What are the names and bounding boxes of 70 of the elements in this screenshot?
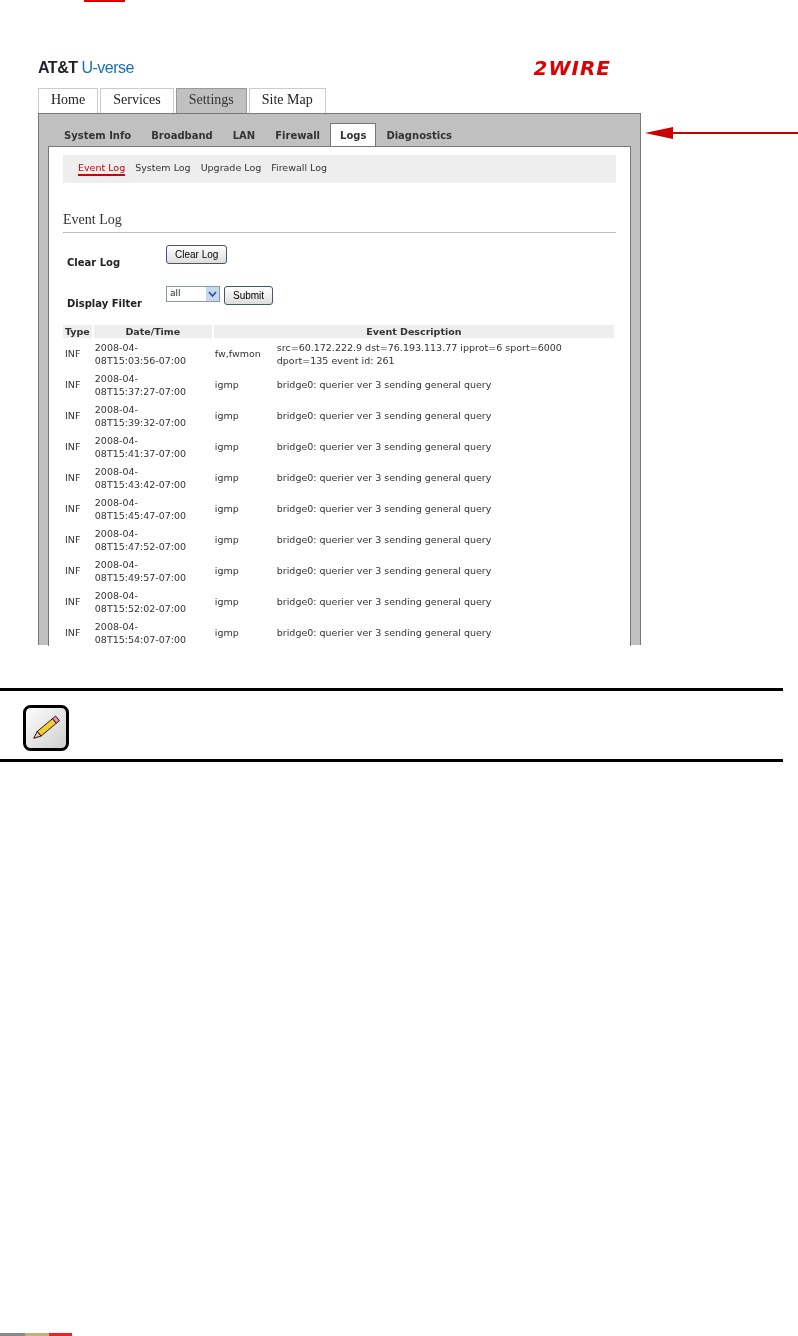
- table-cell-text: igmp: [213, 626, 240, 640]
- table-cell-text: 2008-04- 08T15:43:42-07:00: [93, 464, 188, 492]
- table-cell-text: igmp: [213, 409, 240, 423]
- log-link[interactable]: Event Log: [78, 162, 126, 176]
- column-header: Type: [63, 325, 93, 338]
- table-cell-text: 2008-04- 08T15:49:57-07:00: [93, 557, 188, 585]
- table-cell-text: 2008-04- 08T15:37:27-07:00: [93, 371, 188, 399]
- table-cell-text: bridge0: querier ver 3 sending general query: [275, 595, 493, 609]
- table-cell-text: bridge0: querier ver 3 sending general query: [275, 471, 493, 485]
- table-cell-text: INF: [64, 502, 82, 516]
- table-cell-text: igmp: [213, 502, 240, 516]
- header-mark: [84, 0, 125, 2]
- nav-tab[interactable]: Services: [100, 88, 174, 113]
- logo-text: 2WIRE: [533, 55, 611, 82]
- table-cell-text: igmp: [213, 595, 240, 609]
- column-header: Event Description: [212, 325, 615, 338]
- table-cell-text: igmp: [213, 471, 240, 485]
- field-label: Clear Log: [66, 256, 122, 270]
- sub-tab[interactable]: Logs: [330, 123, 377, 146]
- table-cell-text: bridge0: querier ver 3 sending general query: [275, 409, 493, 423]
- logo-text: AT&T: [38, 59, 78, 76]
- nav-tab[interactable]: Home: [38, 88, 99, 113]
- table-cell-text: INF: [64, 471, 82, 485]
- table-cell-text: 2008-04- 08T15:45:47-07:00: [93, 495, 188, 523]
- table-cell-text: 2008-04- 08T15:47:52-07:00: [93, 526, 188, 554]
- table-cell-text: INF: [64, 626, 82, 640]
- table-cell-text: igmp: [213, 564, 240, 578]
- table-cell-text: bridge0: querier ver 3 sending general query: [275, 440, 493, 454]
- table-cell: fw,fwmon: [212, 338, 275, 369]
- table-cell-text: INF: [64, 595, 82, 609]
- pencil-icon: [23, 705, 69, 751]
- table-cell-text: bridge0: querier ver 3 sending general query: [275, 564, 493, 578]
- arrow-icon: [645, 127, 798, 139]
- sub-tab[interactable]: LAN: [222, 123, 266, 146]
- clear-log-button[interactable]: Clear Log: [166, 245, 228, 264]
- filter-dropdown[interactable]: all: [166, 286, 220, 302]
- table-cell-text: bridge0: querier ver 3 sending general query: [275, 626, 493, 640]
- sub-tab[interactable]: Firewall: [265, 123, 331, 146]
- table-cell-text: INF: [64, 409, 82, 423]
- field-label: Display Filter: [66, 297, 143, 311]
- table-cell-text: INF: [64, 440, 82, 454]
- nav-tab[interactable]: Site Map: [248, 88, 326, 113]
- table-cell-text: INF: [64, 564, 82, 578]
- log-link[interactable]: Upgrade Log: [200, 162, 262, 176]
- submit-button[interactable]: Submit: [224, 286, 274, 305]
- table-cell-text: 2008-04- 08T15:54:07-07:00: [93, 619, 188, 647]
- table-cell-text: 2008-04- 08T15:41:37-07:00: [93, 433, 188, 461]
- sub-tab[interactable]: System Info: [54, 123, 142, 146]
- table-cell-text: 2008-04- 08T15:52:02-07:00: [93, 588, 188, 616]
- log-link[interactable]: System Log: [135, 162, 191, 176]
- section-title: Event Log: [63, 209, 616, 233]
- table-cell: src=60.172.222.9 dst=76.193.113.77 ipprot=6 sport=6000 dport=135 event id: 261: [274, 338, 615, 369]
- log-link[interactable]: Firewall Log: [271, 162, 328, 176]
- table-cell-text: bridge0: querier ver 3 sending general query: [275, 378, 493, 392]
- table-cell-text: 2008-04- 08T15:39:32-07:00: [93, 402, 188, 430]
- sub-tab[interactable]: Broadband: [141, 123, 223, 146]
- column-header: Date/Time: [92, 325, 213, 338]
- table-cell-text: INF: [64, 378, 82, 392]
- nav-tab[interactable]: Settings: [175, 88, 247, 113]
- sub-tab[interactable]: Diagnostics: [376, 123, 463, 146]
- table-cell: INF: [63, 338, 93, 369]
- table-cell-text: igmp: [213, 533, 240, 547]
- table-cell-text: igmp: [213, 378, 240, 392]
- dropdown-icon: [206, 287, 219, 301]
- logo-text: U-verse: [81, 59, 134, 76]
- table-cell-text: INF: [64, 533, 82, 547]
- table-cell: 2008-04- 08T15:03:56-07:00: [92, 338, 213, 369]
- table-cell-text: bridge0: querier ver 3 sending general query: [275, 502, 493, 516]
- table-cell-text: igmp: [213, 440, 240, 454]
- table-cell-text: bridge0: querier ver 3 sending general query: [275, 533, 493, 547]
